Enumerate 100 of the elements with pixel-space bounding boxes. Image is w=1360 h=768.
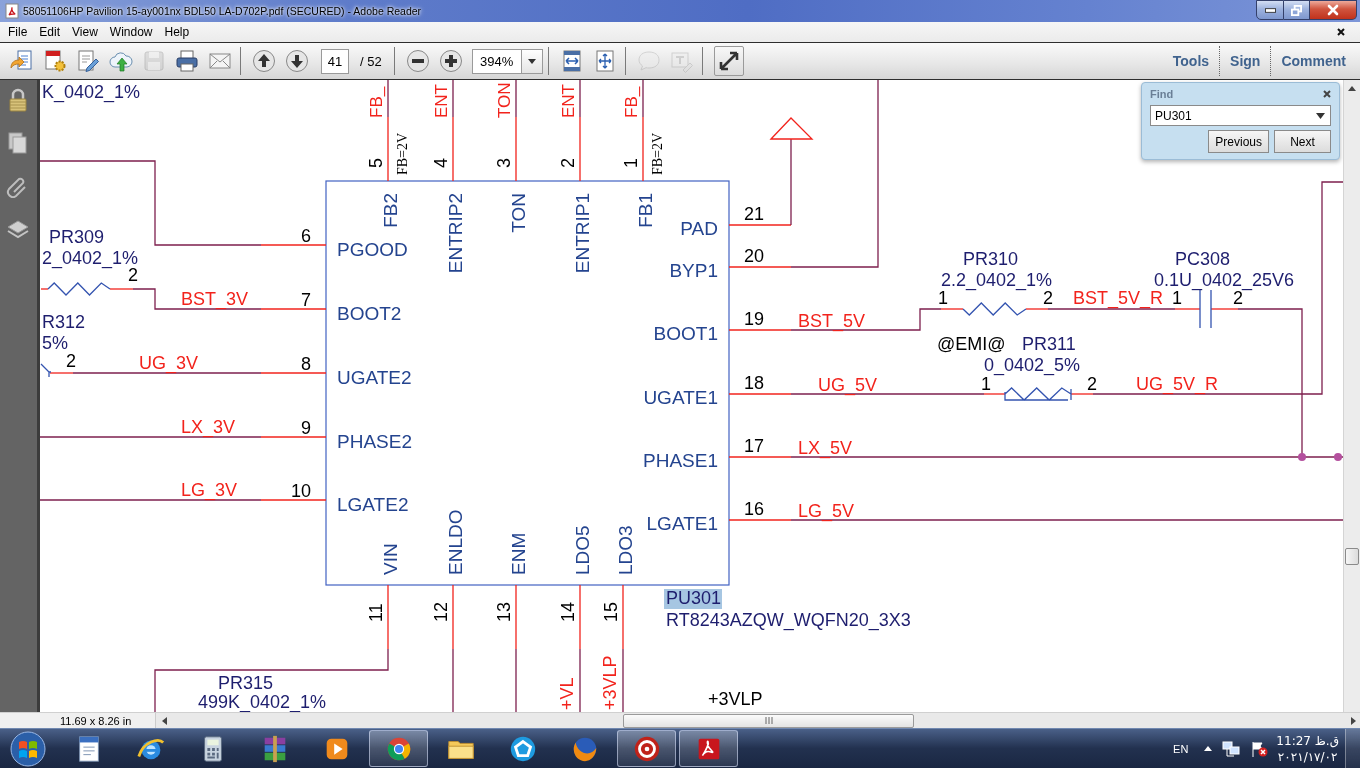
pin-number: 2 bbox=[128, 265, 138, 285]
menu-item[interactable]: File bbox=[2, 25, 34, 39]
pin-number: 4 bbox=[431, 158, 451, 168]
minimize-icon bbox=[1264, 7, 1276, 13]
close-button[interactable] bbox=[1310, 0, 1357, 20]
pin-name: FB2 bbox=[380, 193, 401, 228]
pin-line bbox=[940, 308, 964, 310]
restore-button[interactable] bbox=[1284, 0, 1310, 20]
caret-down-icon[interactable] bbox=[1316, 113, 1325, 119]
net-label: UG_5V_R bbox=[1136, 374, 1219, 394]
pin-number: 10 bbox=[290, 481, 311, 501]
net-note: FB=2V bbox=[395, 132, 410, 175]
pin-name: PAD bbox=[680, 218, 718, 239]
component-value: 499K_0402_1% bbox=[198, 692, 327, 712]
wire bbox=[579, 648, 581, 712]
right-arrow-icon[interactable] bbox=[1351, 716, 1356, 725]
document-pencil-icon bbox=[76, 49, 100, 73]
vertical-scrollbar[interactable] bbox=[1343, 80, 1360, 712]
scroll-thumb[interactable] bbox=[623, 713, 914, 728]
pin-line bbox=[260, 499, 327, 501]
net-label: BST_5V bbox=[798, 311, 866, 331]
flag-x-icon[interactable] bbox=[1250, 740, 1269, 757]
wire bbox=[515, 80, 517, 118]
taskbar-button[interactable] bbox=[617, 730, 676, 767]
clock-date[interactable]: ٢٠٢١/١٧/٠٢ bbox=[1277, 748, 1338, 765]
pin-name: UGATE2 bbox=[337, 367, 412, 388]
close-button[interactable] bbox=[1323, 89, 1331, 98]
wire bbox=[515, 648, 517, 712]
pin-line bbox=[1070, 393, 1094, 395]
component-reference: PR315 bbox=[218, 673, 274, 693]
pin-line bbox=[728, 519, 792, 521]
pin-line bbox=[260, 436, 327, 438]
pane-button[interactable]: Tools bbox=[1162, 46, 1220, 76]
print-icon bbox=[175, 49, 199, 73]
pin-name: ENM bbox=[508, 532, 529, 575]
component-reference: PC308 bbox=[1175, 249, 1231, 269]
net-label: BST_5V_R bbox=[1073, 288, 1164, 308]
power-label: +3VLP bbox=[708, 689, 763, 709]
pin-name: LDO3 bbox=[615, 525, 636, 575]
toolbar-button[interactable] bbox=[713, 46, 744, 76]
close-button[interactable] bbox=[1337, 28, 1345, 36]
pane-button[interactable]: Comment bbox=[1270, 46, 1356, 76]
component-value: 2.2_0402_1% bbox=[941, 270, 1053, 290]
pin-name: LDO5 bbox=[572, 525, 593, 575]
dropdown-button[interactable] bbox=[521, 48, 543, 74]
show-desktop-button[interactable] bbox=[1345, 729, 1360, 768]
wire bbox=[387, 80, 389, 118]
pin-number: 2 bbox=[1233, 288, 1243, 308]
wire bbox=[452, 80, 454, 118]
menu-item[interactable]: Help bbox=[158, 25, 196, 39]
pin-number: 17 bbox=[744, 436, 765, 456]
pin-name: LGATE1 bbox=[646, 513, 718, 534]
pin-name: BOOT2 bbox=[337, 303, 402, 324]
pin-number: 11 bbox=[366, 603, 386, 622]
network-icon[interactable] bbox=[1222, 740, 1241, 757]
component-note: @EMI@ bbox=[937, 334, 1006, 354]
menu-item[interactable]: Window bbox=[103, 25, 159, 39]
net-label: LG_5V bbox=[798, 501, 855, 521]
menu-item[interactable]: View bbox=[66, 25, 104, 39]
pin-line bbox=[452, 584, 454, 650]
close-icon bbox=[1327, 4, 1339, 16]
pin-number: 1 bbox=[938, 288, 948, 308]
pin-line bbox=[452, 116, 454, 182]
horizontal-scrollbar[interactable] bbox=[155, 713, 1360, 728]
minimize-button[interactable] bbox=[1256, 0, 1284, 20]
pin-number: 7 bbox=[301, 290, 311, 310]
taskbar-button[interactable] bbox=[679, 730, 738, 767]
pin-name: UGATE1 bbox=[643, 387, 718, 408]
pane-button[interactable]: Sign bbox=[1219, 46, 1271, 76]
language-indicator[interactable]: EN bbox=[1173, 742, 1189, 755]
scroll-thumb[interactable] bbox=[1345, 548, 1359, 565]
find-button[interactable]: Previous bbox=[1208, 130, 1269, 153]
pin-name: TON bbox=[508, 193, 529, 233]
chevron-up-icon[interactable] bbox=[1204, 746, 1213, 751]
find-button[interactable]: Next bbox=[1274, 130, 1331, 153]
resistor-symbol bbox=[47, 282, 111, 296]
left-arrow-icon[interactable] bbox=[162, 716, 167, 725]
taskbar-button[interactable] bbox=[369, 730, 428, 767]
net-label: ENT bbox=[559, 84, 578, 118]
net-label: +VL bbox=[557, 677, 577, 710]
pin-number: 2 bbox=[1087, 374, 1097, 394]
pin-line bbox=[728, 266, 792, 268]
document-icon bbox=[5, 3, 19, 19]
pin-line bbox=[728, 329, 792, 331]
pin-name: ENTRIP2 bbox=[445, 193, 466, 274]
find-field[interactable]: PU301 bbox=[1150, 105, 1331, 126]
pin-name: PHASE1 bbox=[643, 450, 718, 471]
close-icon bbox=[1323, 89, 1331, 98]
pin-name: BYP1 bbox=[669, 260, 718, 281]
page-number-field[interactable]: 41 bbox=[321, 48, 349, 74]
menu-item[interactable]: Edit bbox=[33, 25, 67, 39]
pin-line bbox=[260, 308, 327, 310]
pin-line bbox=[260, 244, 327, 246]
pin-number: 8 bbox=[301, 354, 311, 374]
triangle-symbol bbox=[769, 117, 814, 140]
pin-number: 1 bbox=[1172, 288, 1182, 308]
document-arrow-icon bbox=[10, 49, 34, 73]
clock-time[interactable]: ق.ظ 11:27 bbox=[1276, 732, 1339, 749]
pin-line bbox=[579, 584, 581, 650]
zoom-field[interactable]: 394% bbox=[471, 48, 522, 74]
